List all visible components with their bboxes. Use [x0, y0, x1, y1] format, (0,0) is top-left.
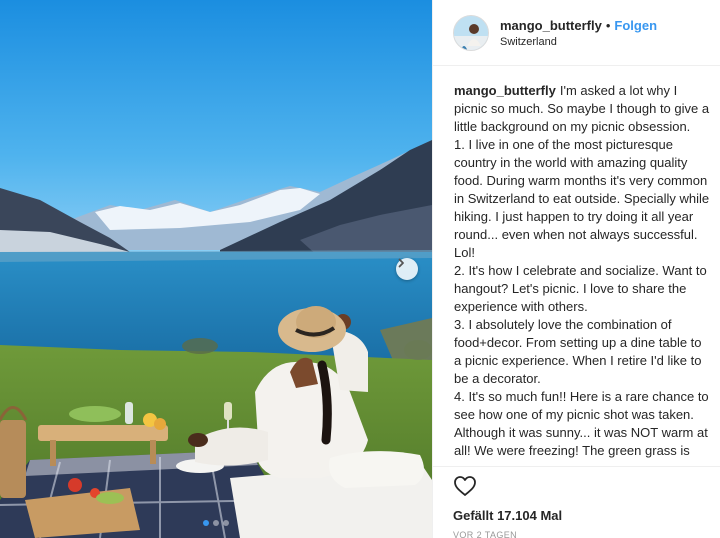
separator-dot: •: [605, 17, 611, 33]
location-link[interactable]: Switzerland: [500, 36, 657, 48]
post-actions: Gefällt 17.104 Mal VOR 2 TAGEN: [433, 466, 720, 538]
picnic-lake-photo: [0, 0, 432, 538]
post-timestamp[interactable]: VOR 2 TAGEN: [453, 530, 701, 538]
likes-count[interactable]: Gefällt 17.104 Mal: [453, 508, 701, 523]
username-link[interactable]: mango_butterfly: [500, 18, 602, 33]
header-row: mango_butterfly • Folgen: [500, 18, 657, 33]
next-photo-button[interactable]: [396, 258, 418, 280]
caption-username[interactable]: mango_butterfly: [454, 83, 556, 98]
caption-text: I'm asked a lot why I picnic so much. So…: [454, 83, 710, 462]
avatar[interactable]: [453, 14, 489, 51]
carousel-dot: [213, 520, 219, 526]
post-photo[interactable]: [0, 0, 432, 538]
carousel-dot: [203, 520, 209, 526]
header-text: mango_butterfly • Folgen Switzerland: [500, 18, 657, 48]
follow-button[interactable]: Folgen: [614, 18, 657, 33]
carousel-dot: [223, 520, 229, 526]
post-side-panel: mango_butterfly • Folgen Switzerland man…: [432, 0, 720, 538]
post-header: mango_butterfly • Folgen Switzerland: [433, 0, 720, 66]
heart-icon[interactable]: [453, 475, 477, 502]
carousel-dots: [0, 520, 432, 526]
post-caption: mango_butterfly I'm asked a lot why I pic…: [454, 82, 712, 462]
